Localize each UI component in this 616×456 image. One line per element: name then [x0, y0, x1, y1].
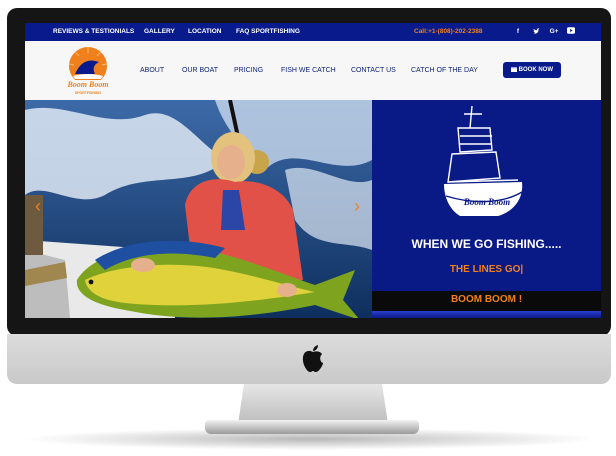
- book-now-button[interactable]: BOOK NOW: [503, 62, 561, 78]
- boat-name-text: Boom Boom: [463, 197, 510, 207]
- hero-photo-woman-with-mahi-mahi: ‹ ›: [25, 100, 372, 318]
- hero-headline: WHEN WE GO FISHING.....: [411, 237, 562, 251]
- location-link[interactable]: LOCATION: [188, 28, 221, 35]
- nav-contact-us[interactable]: CONTACT US: [351, 67, 396, 74]
- monitor-stand-neck: [238, 384, 388, 424]
- calendar-icon: [510, 67, 517, 72]
- twitter-icon[interactable]: [531, 27, 541, 37]
- hero-bottom-bar: [372, 311, 601, 318]
- nav-fish-we-catch[interactable]: FISH WE CATCH: [281, 67, 336, 74]
- nav-about[interactable]: ABOUT: [140, 67, 164, 74]
- google-plus-icon[interactable]: G+: [549, 27, 559, 37]
- hero-slider: ‹ › Boom Boom WHEN WE GO FISHING..... TH…: [25, 100, 601, 318]
- nav-pricing[interactable]: PRICING: [234, 67, 263, 74]
- slider-next-arrow-icon[interactable]: ›: [350, 196, 364, 216]
- monitor-stand-foot: [205, 420, 419, 434]
- apple-logo-icon: [302, 345, 323, 372]
- logo-subtext: SPORTFISHING: [75, 91, 102, 95]
- phone-link[interactable]: Call:+1-(808)-202-2388: [414, 28, 482, 35]
- hero-typed-text: THE LINES GO|: [449, 264, 524, 275]
- hero-stripe-text: BOOM BOOM !: [450, 294, 523, 305]
- boom-boom-logo[interactable]: Boom Boom SPORTFISHING: [61, 44, 115, 96]
- slider-prev-arrow-icon[interactable]: ‹: [31, 196, 45, 216]
- facebook-icon[interactable]: f: [513, 27, 523, 37]
- nav-catch-of-the-day[interactable]: CATCH OF THE DAY: [411, 67, 478, 74]
- youtube-icon[interactable]: [566, 27, 576, 37]
- hero-text-panel: Boom Boom WHEN WE GO FISHING..... THE LI…: [372, 100, 601, 318]
- gallery-link[interactable]: GALLERY: [144, 28, 175, 35]
- reviews-link[interactable]: REVIEWS & TESTIONIALS: [53, 28, 134, 35]
- boat-illustration: Boom Boom: [444, 105, 523, 216]
- top-bar: REVIEWS & TESTIONIALS GALLERY LOCATION F…: [25, 23, 601, 41]
- faq-link[interactable]: FAQ SPORTFISHING: [236, 28, 300, 35]
- book-now-label: BOOK NOW: [518, 67, 553, 73]
- website-screen: REVIEWS & TESTIONIALS GALLERY LOCATION F…: [25, 23, 601, 318]
- nav-our-boat[interactable]: OUR BOAT: [182, 67, 218, 74]
- main-nav: Boom Boom SPORTFISHING ABOUT OUR BOAT PR…: [25, 41, 601, 100]
- logo-text: Boom Boom: [66, 80, 108, 89]
